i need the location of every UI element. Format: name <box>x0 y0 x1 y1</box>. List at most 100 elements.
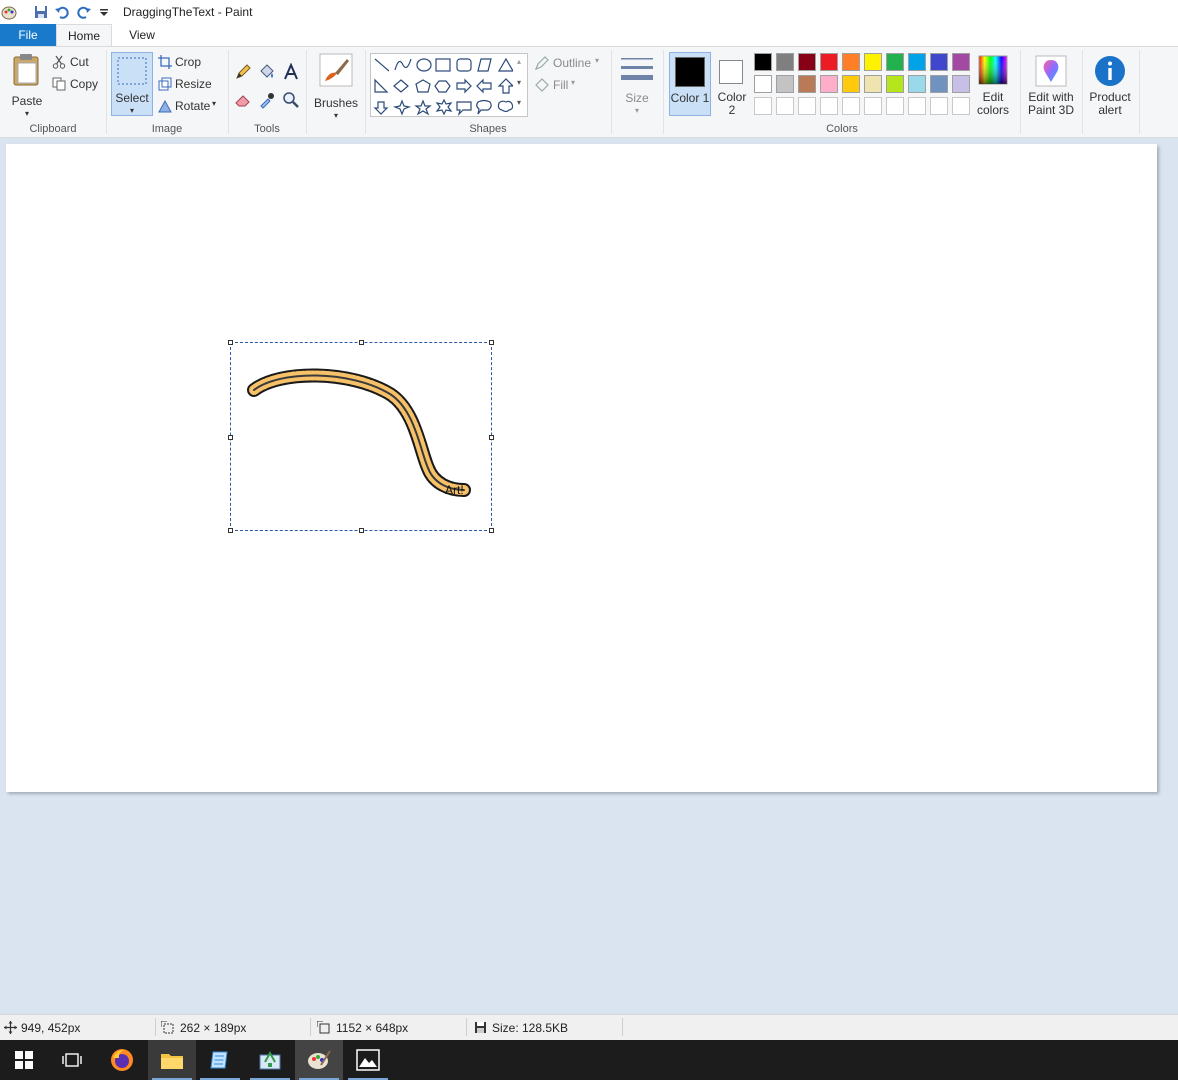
palette-empty-slot[interactable] <box>798 97 816 115</box>
crop-button[interactable]: Crop <box>158 54 224 72</box>
palette-swatch[interactable] <box>776 75 794 93</box>
tab-file[interactable]: File <box>0 24 56 46</box>
palette-swatch[interactable] <box>776 53 794 71</box>
palette-empty-slot[interactable] <box>842 97 860 115</box>
taskbar-notepad[interactable] <box>196 1040 244 1080</box>
shapes-gallery[interactable]: ▴ ▾ ▾ <box>370 53 528 117</box>
palette-swatch[interactable] <box>754 53 772 71</box>
ribbon-separator <box>1139 50 1140 134</box>
select-dropdown-icon: ▾ <box>129 106 134 115</box>
shapes-scroll[interactable]: ▴ ▾ ▾ <box>515 55 526 115</box>
palette-swatch[interactable] <box>798 53 816 71</box>
paste-button[interactable]: Paste ▾ <box>8 51 46 118</box>
tab-view[interactable]: View <box>114 24 170 46</box>
start-button[interactable] <box>0 1040 48 1080</box>
color2-swatch <box>719 60 743 84</box>
pencil-tool[interactable] <box>234 63 252 81</box>
status-separator <box>310 1018 311 1036</box>
selection-handle[interactable] <box>228 528 233 533</box>
copy-button[interactable]: Copy <box>52 76 106 94</box>
palette-swatch[interactable] <box>864 53 882 71</box>
size-button[interactable]: Size ▾ <box>617 53 657 115</box>
text-tool[interactable] <box>282 62 300 81</box>
taskbar-firefox[interactable] <box>98 1040 146 1080</box>
shapes-scroll-down-icon[interactable]: ▾ <box>517 78 521 87</box>
palette-empty-slot[interactable] <box>886 97 904 115</box>
shapes-scroll-up-icon[interactable]: ▴ <box>517 57 521 66</box>
rotate-button[interactable]: Rotate ▾ <box>158 98 224 116</box>
select-button[interactable]: Select ▾ <box>111 52 153 116</box>
selection-handle[interactable] <box>359 340 364 345</box>
line-size-icon <box>621 58 653 80</box>
task-view-icon <box>62 1053 82 1067</box>
notepad-icon <box>210 1051 228 1069</box>
palette-swatch[interactable] <box>798 75 816 93</box>
palette-swatch[interactable] <box>842 75 860 93</box>
eraser-tool[interactable] <box>234 91 252 109</box>
tab-home[interactable]: Home <box>56 24 112 46</box>
palette-empty-slot[interactable] <box>776 97 794 115</box>
brushes-button[interactable]: Brushes ▾ <box>312 53 360 120</box>
magnifier-tool[interactable] <box>282 91 300 109</box>
selection-handle[interactable] <box>489 528 494 533</box>
outline-button[interactable]: Outline ▾ <box>534 54 608 72</box>
palette-empty-slot[interactable] <box>930 97 948 115</box>
palette-swatch[interactable] <box>908 53 926 71</box>
palette-swatch[interactable] <box>930 75 948 93</box>
resize-button[interactable]: Resize <box>158 76 224 94</box>
shapes-expand-icon[interactable]: ▾ <box>517 98 521 107</box>
customize-toolbar-icon[interactable] <box>95 3 113 21</box>
palette-empty-slot[interactable] <box>908 97 926 115</box>
fill-button[interactable]: Fill ▾ <box>534 76 608 94</box>
palette-swatch[interactable] <box>952 75 970 93</box>
shapes-group-label: Shapes <box>469 123 507 135</box>
palette-swatch[interactable] <box>820 75 838 93</box>
palette-swatch[interactable] <box>842 53 860 71</box>
paint-app-icon[interactable] <box>0 3 18 21</box>
taskbar-file-explorer[interactable] <box>148 1040 196 1080</box>
edit-colors-button[interactable]: Edit colors <box>975 53 1011 117</box>
selection-handle[interactable] <box>489 340 494 345</box>
selection-size: 262 × 189px <box>180 1021 247 1035</box>
product-alert-button[interactable]: Product alert <box>1086 53 1134 117</box>
palette-empty-slot[interactable] <box>864 97 882 115</box>
taskbar-photos[interactable] <box>344 1040 392 1080</box>
task-view-button[interactable] <box>48 1040 96 1080</box>
paint3d-icon <box>1035 55 1067 87</box>
color1-button[interactable]: Color 1 <box>669 52 711 116</box>
palette-swatch[interactable] <box>754 75 772 93</box>
network-app-icon <box>259 1050 281 1070</box>
palette-swatch[interactable] <box>820 53 838 71</box>
palette-swatch[interactable] <box>908 75 926 93</box>
cut-button[interactable]: Cut <box>52 54 106 72</box>
drawing-canvas[interactable] <box>6 144 1157 792</box>
redo-icon[interactable] <box>75 3 93 21</box>
selection-handle[interactable] <box>489 435 494 440</box>
palette-swatch[interactable] <box>886 53 904 71</box>
selection-handle[interactable] <box>359 528 364 533</box>
color2-button[interactable]: Color 2 <box>713 52 751 117</box>
selection-handle[interactable] <box>228 435 233 440</box>
palette-swatch[interactable] <box>930 53 948 71</box>
save-icon[interactable] <box>32 3 50 21</box>
ribbon-separator <box>306 50 307 134</box>
color-spectrum-icon <box>978 55 1008 85</box>
palette-swatch[interactable] <box>886 75 904 93</box>
edit-with-paint3d-button[interactable]: Edit with Paint 3D <box>1025 53 1077 117</box>
cursor-position: 949, 452px <box>21 1021 81 1035</box>
brush-icon <box>319 53 353 87</box>
fill-tool[interactable] <box>258 63 276 81</box>
taskbar-network-app[interactable] <box>246 1040 294 1080</box>
selection-box[interactable] <box>228 340 494 533</box>
copy-label: Copy <box>70 77 99 91</box>
undo-icon[interactable] <box>53 3 71 21</box>
palette-empty-slot[interactable] <box>952 97 970 115</box>
taskbar-paint[interactable] <box>295 1040 343 1080</box>
palette-empty-slot[interactable] <box>820 97 838 115</box>
palette-swatch[interactable] <box>952 53 970 71</box>
palette-swatch[interactable] <box>864 75 882 93</box>
ribbon-separator <box>663 50 664 134</box>
palette-empty-slot[interactable] <box>754 97 772 115</box>
color-picker-tool[interactable] <box>258 91 276 109</box>
selection-handle[interactable] <box>228 340 233 345</box>
